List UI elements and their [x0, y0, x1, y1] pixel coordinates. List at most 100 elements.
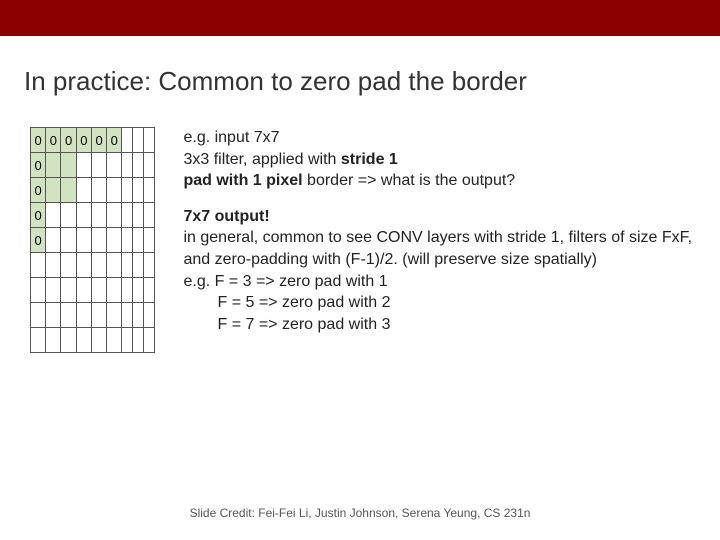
paragraph-1: e.g. input 7x7 3x3 filter, applied with … [183, 127, 696, 192]
grid-cell [31, 328, 46, 353]
grid-cell [107, 153, 122, 178]
padding-grid: 0000000000 [30, 127, 155, 353]
grid-cell [91, 178, 106, 203]
grid-cell [61, 178, 76, 203]
grid-cell [122, 128, 133, 153]
grid-cell [76, 178, 91, 203]
grid-cell [46, 303, 61, 328]
p2-eg1: e.g. F = 3 => zero pad with 1 [183, 273, 387, 290]
grid-cell [76, 203, 91, 228]
grid-cell [122, 228, 133, 253]
slide-title: In practice: Common to zero pad the bord… [0, 36, 720, 115]
p1-line2a: 3x3 filter, applied with [183, 151, 340, 168]
grid-cell: 0 [31, 203, 46, 228]
header-bar [0, 0, 720, 36]
grid-cell [122, 203, 133, 228]
grid-cell [133, 228, 144, 253]
grid-cell [61, 278, 76, 303]
content-row: 0000000000 e.g. input 7x7 3x3 filter, ap… [0, 115, 720, 353]
grid-cell [46, 328, 61, 353]
slide: In practice: Common to zero pad the bord… [0, 0, 720, 540]
p1-stride: stride 1 [341, 151, 398, 168]
grid-cell [31, 278, 46, 303]
grid-cell [61, 328, 76, 353]
grid-cell [61, 153, 76, 178]
grid-cell [76, 278, 91, 303]
grid-cell [46, 253, 61, 278]
grid-cell [91, 328, 106, 353]
grid-cell: 0 [31, 178, 46, 203]
grid-cell [46, 228, 61, 253]
grid-cell [76, 253, 91, 278]
slide-credit: Slide Credit: Fei-Fei Li, Justin Johnson… [0, 506, 720, 520]
p1-line3b: border => what is the output? [303, 172, 516, 189]
grid-cell [46, 153, 61, 178]
grid-cell [76, 303, 91, 328]
grid-cell [91, 153, 106, 178]
grid-cell: 0 [61, 128, 76, 153]
grid-cell: 0 [76, 128, 91, 153]
paragraph-2: 7x7 output! in general, common to see CO… [183, 206, 696, 336]
grid-cell [133, 178, 144, 203]
grid-cell [61, 253, 76, 278]
p2-eg3: F = 7 => zero pad with 3 [183, 316, 390, 333]
grid-cell [107, 253, 122, 278]
grid-cell [76, 153, 91, 178]
grid-cell [144, 128, 155, 153]
grid-cell: 0 [31, 128, 46, 153]
grid-cell [133, 253, 144, 278]
grid-cell [144, 203, 155, 228]
grid-cell [133, 203, 144, 228]
p2-general: in general, common to see CONV layers wi… [183, 229, 692, 268]
grid-cell [107, 303, 122, 328]
grid-cell [61, 228, 76, 253]
grid-cell [133, 128, 144, 153]
grid-cell [91, 203, 106, 228]
grid-cell [133, 153, 144, 178]
grid-cell [107, 228, 122, 253]
grid-cell: 0 [107, 128, 122, 153]
grid-cell [122, 153, 133, 178]
grid-cell [122, 253, 133, 278]
grid-cell [76, 228, 91, 253]
grid-cell [144, 303, 155, 328]
grid-cell [91, 253, 106, 278]
p2-output: 7x7 output! [183, 208, 269, 225]
grid-cell [122, 328, 133, 353]
grid-cell [107, 178, 122, 203]
grid-cell [107, 203, 122, 228]
grid-cell [122, 178, 133, 203]
grid-cell [107, 278, 122, 303]
p1-line1: e.g. input 7x7 [183, 129, 279, 146]
grid-cell: 0 [31, 228, 46, 253]
grid-cell [46, 178, 61, 203]
grid-cell [133, 328, 144, 353]
grid-cell [61, 203, 76, 228]
grid-cell [144, 228, 155, 253]
p1-pad: pad with 1 pixel [183, 172, 302, 189]
grid-cell [144, 253, 155, 278]
grid-cell: 0 [91, 128, 106, 153]
grid-cell [91, 278, 106, 303]
grid-cell [144, 328, 155, 353]
grid-cell [133, 303, 144, 328]
grid-cell [61, 303, 76, 328]
grid-cell [31, 253, 46, 278]
grid-cell [122, 278, 133, 303]
grid-cell [133, 278, 144, 303]
grid-cell [107, 328, 122, 353]
grid-cell [144, 278, 155, 303]
grid-cell [46, 278, 61, 303]
grid-cell [122, 303, 133, 328]
explanation-text: e.g. input 7x7 3x3 filter, applied with … [183, 127, 696, 353]
grid-cell [144, 153, 155, 178]
grid-cell [144, 178, 155, 203]
grid-cell [76, 328, 91, 353]
grid-cell [46, 203, 61, 228]
grid-cell: 0 [46, 128, 61, 153]
grid-cell: 0 [31, 153, 46, 178]
p2-eg2: F = 5 => zero pad with 2 [183, 294, 390, 311]
grid-cell [31, 303, 46, 328]
grid-cell [91, 303, 106, 328]
grid-cell [91, 228, 106, 253]
